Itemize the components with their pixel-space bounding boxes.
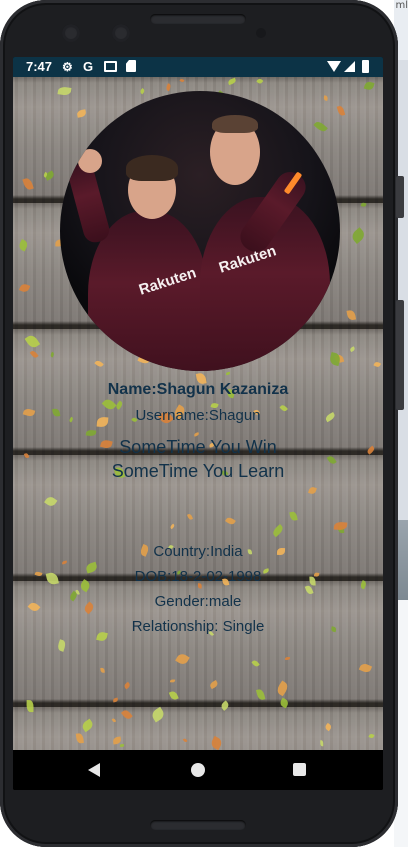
emulator-frame: 7:47 ⚙ G Rakuten Rakuten Name:Shagun Kaz… xyxy=(0,0,404,847)
quote-line: SomeTime You Learn xyxy=(111,461,285,481)
profile-quote: SomeTime You Win SomeTime You Learn xyxy=(13,435,383,483)
front-camera-icon xyxy=(62,24,80,42)
recents-icon[interactable] xyxy=(293,763,306,776)
sd-card-icon xyxy=(126,60,136,72)
player-hair xyxy=(212,115,258,133)
signal-icon xyxy=(344,61,355,72)
desktop-text: ml xyxy=(395,0,408,11)
leaf-decoration xyxy=(99,667,105,673)
profile-avatar: Rakuten Rakuten xyxy=(60,91,340,371)
raised-arm xyxy=(66,160,112,246)
earpiece-speaker xyxy=(150,14,246,24)
proximity-sensor xyxy=(256,28,266,38)
google-icon: G xyxy=(83,59,94,74)
quote-line: SomeTime You Win xyxy=(119,437,277,457)
profile-content[interactable]: Rakuten Rakuten Name:Shagun Kazaniza Use… xyxy=(13,77,383,750)
app-screen: 7:47 ⚙ G Rakuten Rakuten Name:Shagun Kaz… xyxy=(13,57,383,790)
navigation-bar xyxy=(13,750,383,790)
profile-name: Name:Shagun Kazaniza xyxy=(107,381,289,398)
back-icon[interactable] xyxy=(88,763,100,777)
gear-icon: ⚙ xyxy=(62,60,73,74)
battery-icon xyxy=(362,60,369,73)
home-icon[interactable] xyxy=(191,763,205,777)
volume-button[interactable] xyxy=(396,300,404,410)
mail-icon xyxy=(104,61,117,72)
profile-country: Country:India xyxy=(153,543,243,560)
raised-fist xyxy=(78,149,102,173)
status-time: 7:47 xyxy=(26,59,53,74)
front-camera-icon xyxy=(112,24,130,42)
profile-username: Username:Shagun xyxy=(135,407,261,424)
profile-gender: Gender:male xyxy=(154,593,242,610)
player-hair xyxy=(126,155,178,181)
power-button[interactable] xyxy=(396,176,404,218)
profile-relationship: Relationship: Single xyxy=(131,618,265,635)
profile-dob: DOB:18-2-02-1998 xyxy=(134,568,262,585)
leaf-decoration xyxy=(169,678,175,683)
status-bar: 7:47 ⚙ G xyxy=(13,57,383,77)
bottom-speaker xyxy=(150,820,246,830)
wifi-icon xyxy=(327,61,341,72)
leaf-decoration xyxy=(26,700,34,712)
